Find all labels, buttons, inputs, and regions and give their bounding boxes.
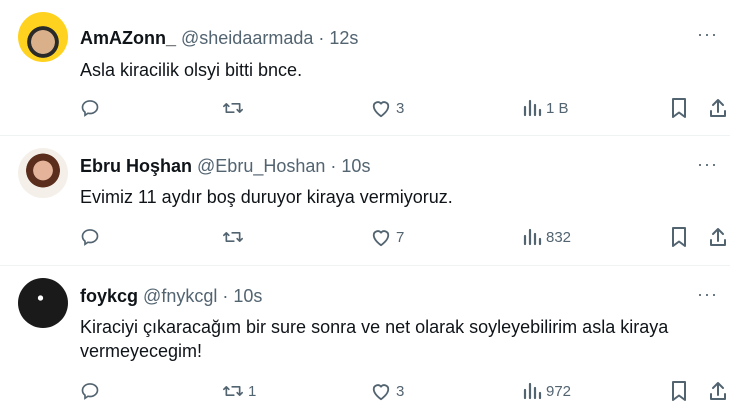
bookmark-button[interactable] [670, 378, 688, 404]
tweet-text: Kiraciyi çıkaracağım bir sure sonra ve n… [80, 317, 669, 361]
reply-icon [80, 381, 100, 401]
views-icon [522, 98, 542, 118]
share-button[interactable] [708, 95, 728, 121]
retweet-count: 1 [248, 382, 257, 400]
share-button[interactable] [708, 224, 728, 250]
tweet-header: Ebru Hoşhan @Ebru_Hoshan · 10s [80, 156, 370, 176]
bookmark-button[interactable] [670, 95, 688, 121]
avatar[interactable] [18, 278, 68, 328]
like-button[interactable]: 7 [370, 224, 404, 250]
tweet-feed: AmAZonn_ @sheidaarmada · 12s ··· Asla ki… [0, 0, 730, 420]
heart-icon [370, 98, 392, 118]
tweet-text: Evimiz 11 aydır boş duruyor kiraya vermi… [80, 187, 453, 207]
bookmark-icon [670, 97, 688, 119]
avatar[interactable] [18, 12, 68, 62]
tweet[interactable]: Ebru Hoşhan @Ebru_Hoshan · 10s ··· Evimi… [0, 136, 730, 266]
author-name[interactable]: foykcg [80, 286, 138, 306]
retweet-button[interactable]: 1 [222, 378, 256, 404]
tweet-actions: 7 832 [80, 224, 726, 250]
views-button[interactable]: 1 B [522, 95, 569, 121]
more-icon[interactable]: ··· [697, 284, 718, 305]
share-icon [708, 97, 728, 119]
tweet-header: AmAZonn_ @sheidaarmada · 12s [80, 28, 358, 48]
timestamp[interactable]: 12s [329, 28, 358, 48]
reply-button[interactable] [80, 224, 104, 250]
view-count: 1 B [546, 99, 569, 117]
tweet-actions: 1 3 972 [80, 378, 726, 404]
tweet-actions: 3 1 B [80, 95, 726, 121]
share-button[interactable] [708, 378, 728, 404]
reply-button[interactable] [80, 95, 104, 121]
bookmark-button[interactable] [670, 224, 688, 250]
like-count: 3 [396, 99, 405, 117]
like-button[interactable]: 3 [370, 378, 404, 404]
retweet-button[interactable] [222, 95, 248, 121]
tweet-text: Asla kiracilik olsyi bitti bnce. [80, 60, 303, 80]
bookmark-icon [670, 380, 688, 402]
view-count: 972 [546, 382, 572, 400]
like-button[interactable]: 3 [370, 95, 404, 121]
more-icon[interactable]: ··· [697, 154, 718, 175]
views-icon [522, 227, 542, 247]
author-name[interactable]: Ebru Hoşhan [80, 156, 192, 176]
separator-dot: · [318, 28, 325, 48]
views-icon [522, 381, 542, 401]
bookmark-icon [670, 226, 688, 248]
retweet-icon [222, 381, 244, 401]
separator-dot: · [222, 286, 229, 306]
share-icon [708, 226, 728, 248]
tweet[interactable]: AmAZonn_ @sheidaarmada · 12s ··· Asla ki… [0, 0, 730, 136]
views-button[interactable]: 832 [522, 224, 571, 250]
heart-icon [370, 381, 392, 401]
retweet-button[interactable] [222, 224, 248, 250]
retweet-icon [222, 98, 244, 118]
avatar[interactable] [18, 148, 68, 198]
like-count: 7 [396, 228, 405, 246]
author-name[interactable]: AmAZonn_ [80, 28, 176, 48]
author-handle[interactable]: @sheidaarmada [181, 28, 313, 48]
timestamp[interactable]: 10s [341, 156, 370, 176]
separator-dot: · [330, 156, 337, 176]
author-handle[interactable]: @Ebru_Hoshan [197, 156, 325, 176]
retweet-icon [222, 227, 244, 247]
reply-icon [80, 98, 100, 118]
heart-icon [370, 227, 392, 247]
tweet[interactable]: foykcg @fnykcgl · 10s ··· Kiraciyi çıkar… [0, 266, 730, 420]
more-icon[interactable]: ··· [697, 24, 718, 45]
views-button[interactable]: 972 [522, 378, 571, 404]
timestamp[interactable]: 10s [233, 286, 262, 306]
reply-icon [80, 227, 100, 247]
tweet-header: foykcg @fnykcgl · 10s [80, 286, 262, 306]
author-handle[interactable]: @fnykcgl [143, 286, 217, 306]
like-count: 3 [396, 382, 405, 400]
share-icon [708, 380, 728, 402]
view-count: 832 [546, 228, 572, 246]
reply-button[interactable] [80, 378, 104, 404]
